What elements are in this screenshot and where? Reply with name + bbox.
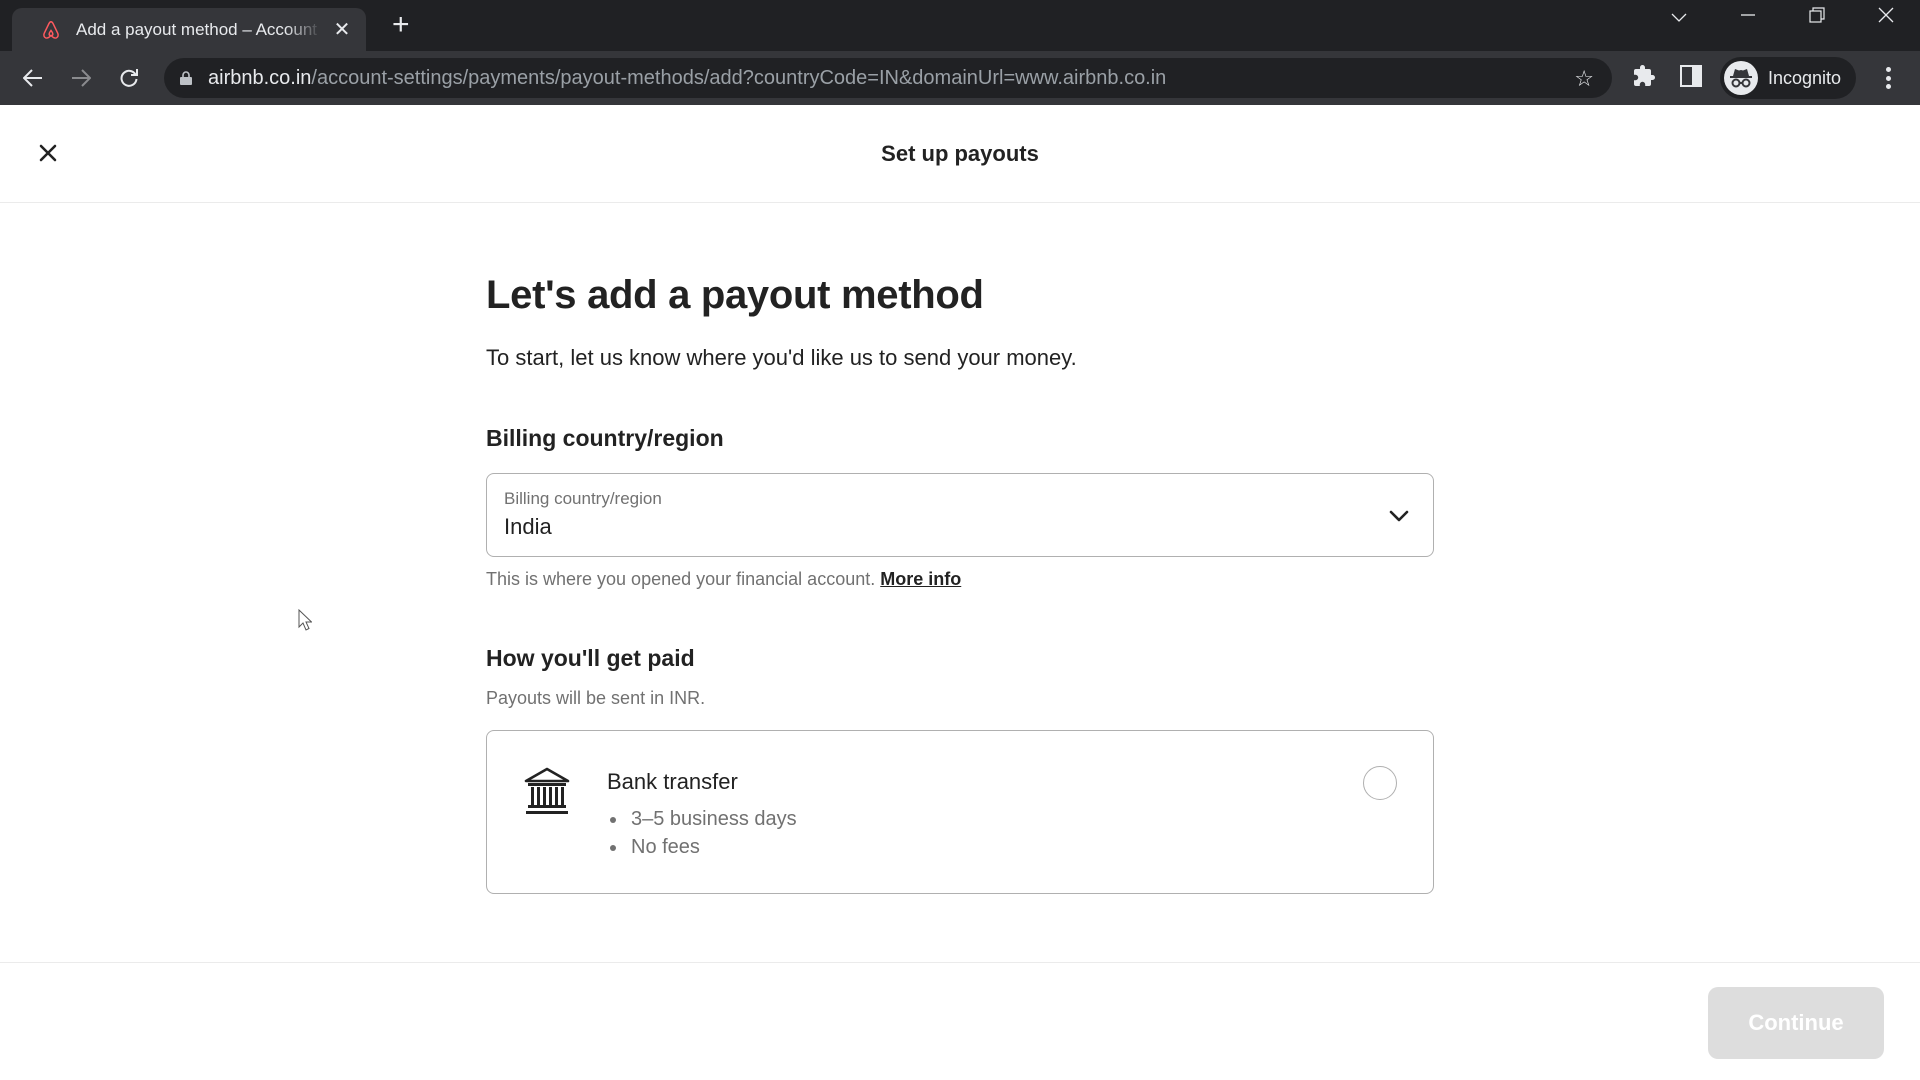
payout-currency-note: Payouts will be sent in INR.: [486, 688, 706, 708]
billing-country-select-value: India: [504, 514, 552, 539]
mouse-cursor-icon: [298, 609, 312, 631]
tab-title: Add a payout method – Account: [76, 19, 318, 39]
tab-search-icon[interactable]: [1659, 6, 1699, 29]
airbnb-logo-icon: [43, 20, 59, 39]
payout-method-detail: 3–5 business days: [607, 805, 797, 833]
page-subtitle: To start, let us know where you'd like u…: [486, 345, 1077, 370]
payout-method-detail: No fees: [607, 833, 797, 861]
bookmark-star-icon[interactable]: ☆: [1574, 66, 1594, 92]
close-window-icon[interactable]: [1866, 6, 1906, 29]
restore-icon[interactable]: [1797, 6, 1837, 29]
page-title: Let's add a payout method: [486, 273, 984, 317]
browser-tab[interactable]: Add a payout method – Account ✕: [12, 8, 366, 51]
lock-icon[interactable]: [180, 71, 192, 85]
menu-icon[interactable]: [1876, 64, 1900, 92]
browser-tab-bar: Add a payout method – Account ✕ +: [0, 0, 1920, 51]
incognito-profile-button[interactable]: Incognito: [1720, 57, 1856, 99]
incognito-label: Incognito: [1768, 67, 1842, 88]
incognito-icon: [1724, 61, 1758, 95]
billing-country-select-label: Billing country/region: [504, 489, 662, 508]
billing-country-select[interactable]: Billing country/region India: [486, 473, 1434, 557]
bank-transfer-radio[interactable]: [1363, 766, 1397, 800]
tab-close-icon[interactable]: ✕: [332, 17, 352, 42]
payout-method-details: 3–5 business days No fees: [607, 805, 797, 861]
billing-section-label: Billing country/region: [486, 425, 724, 451]
side-panel-icon[interactable]: [1680, 64, 1702, 88]
new-tab-icon[interactable]: +: [392, 10, 410, 40]
page-header-title: Set up payouts: [881, 141, 1039, 166]
address-bar[interactable]: airbnb.co.in/account-settings/payments/p…: [164, 58, 1612, 98]
reload-icon[interactable]: [112, 61, 146, 95]
forward-icon[interactable]: [64, 61, 98, 95]
back-icon[interactable]: [16, 61, 50, 95]
payout-method-bank-transfer[interactable]: Bank transfer 3–5 business days No fees: [486, 730, 1434, 894]
url-text[interactable]: airbnb.co.in/account-settings/payments/p…: [208, 67, 1166, 90]
minimize-icon[interactable]: [1728, 6, 1768, 29]
chevron-down-icon: [1389, 510, 1409, 522]
continue-button[interactable]: Continue: [1708, 987, 1884, 1059]
payout-section-label: How you'll get paid: [486, 645, 695, 671]
extensions-icon[interactable]: [1632, 64, 1656, 88]
bank-icon: [524, 767, 570, 814]
browser-toolbar: airbnb.co.in/account-settings/payments/p…: [0, 51, 1920, 105]
billing-helper-text: This is where you opened your financial …: [486, 569, 962, 589]
payout-method-title: Bank transfer: [607, 769, 738, 794]
page-footer: Continue: [0, 962, 1920, 1080]
page-header: Set up payouts: [0, 105, 1920, 203]
more-info-link[interactable]: More info: [880, 569, 961, 589]
